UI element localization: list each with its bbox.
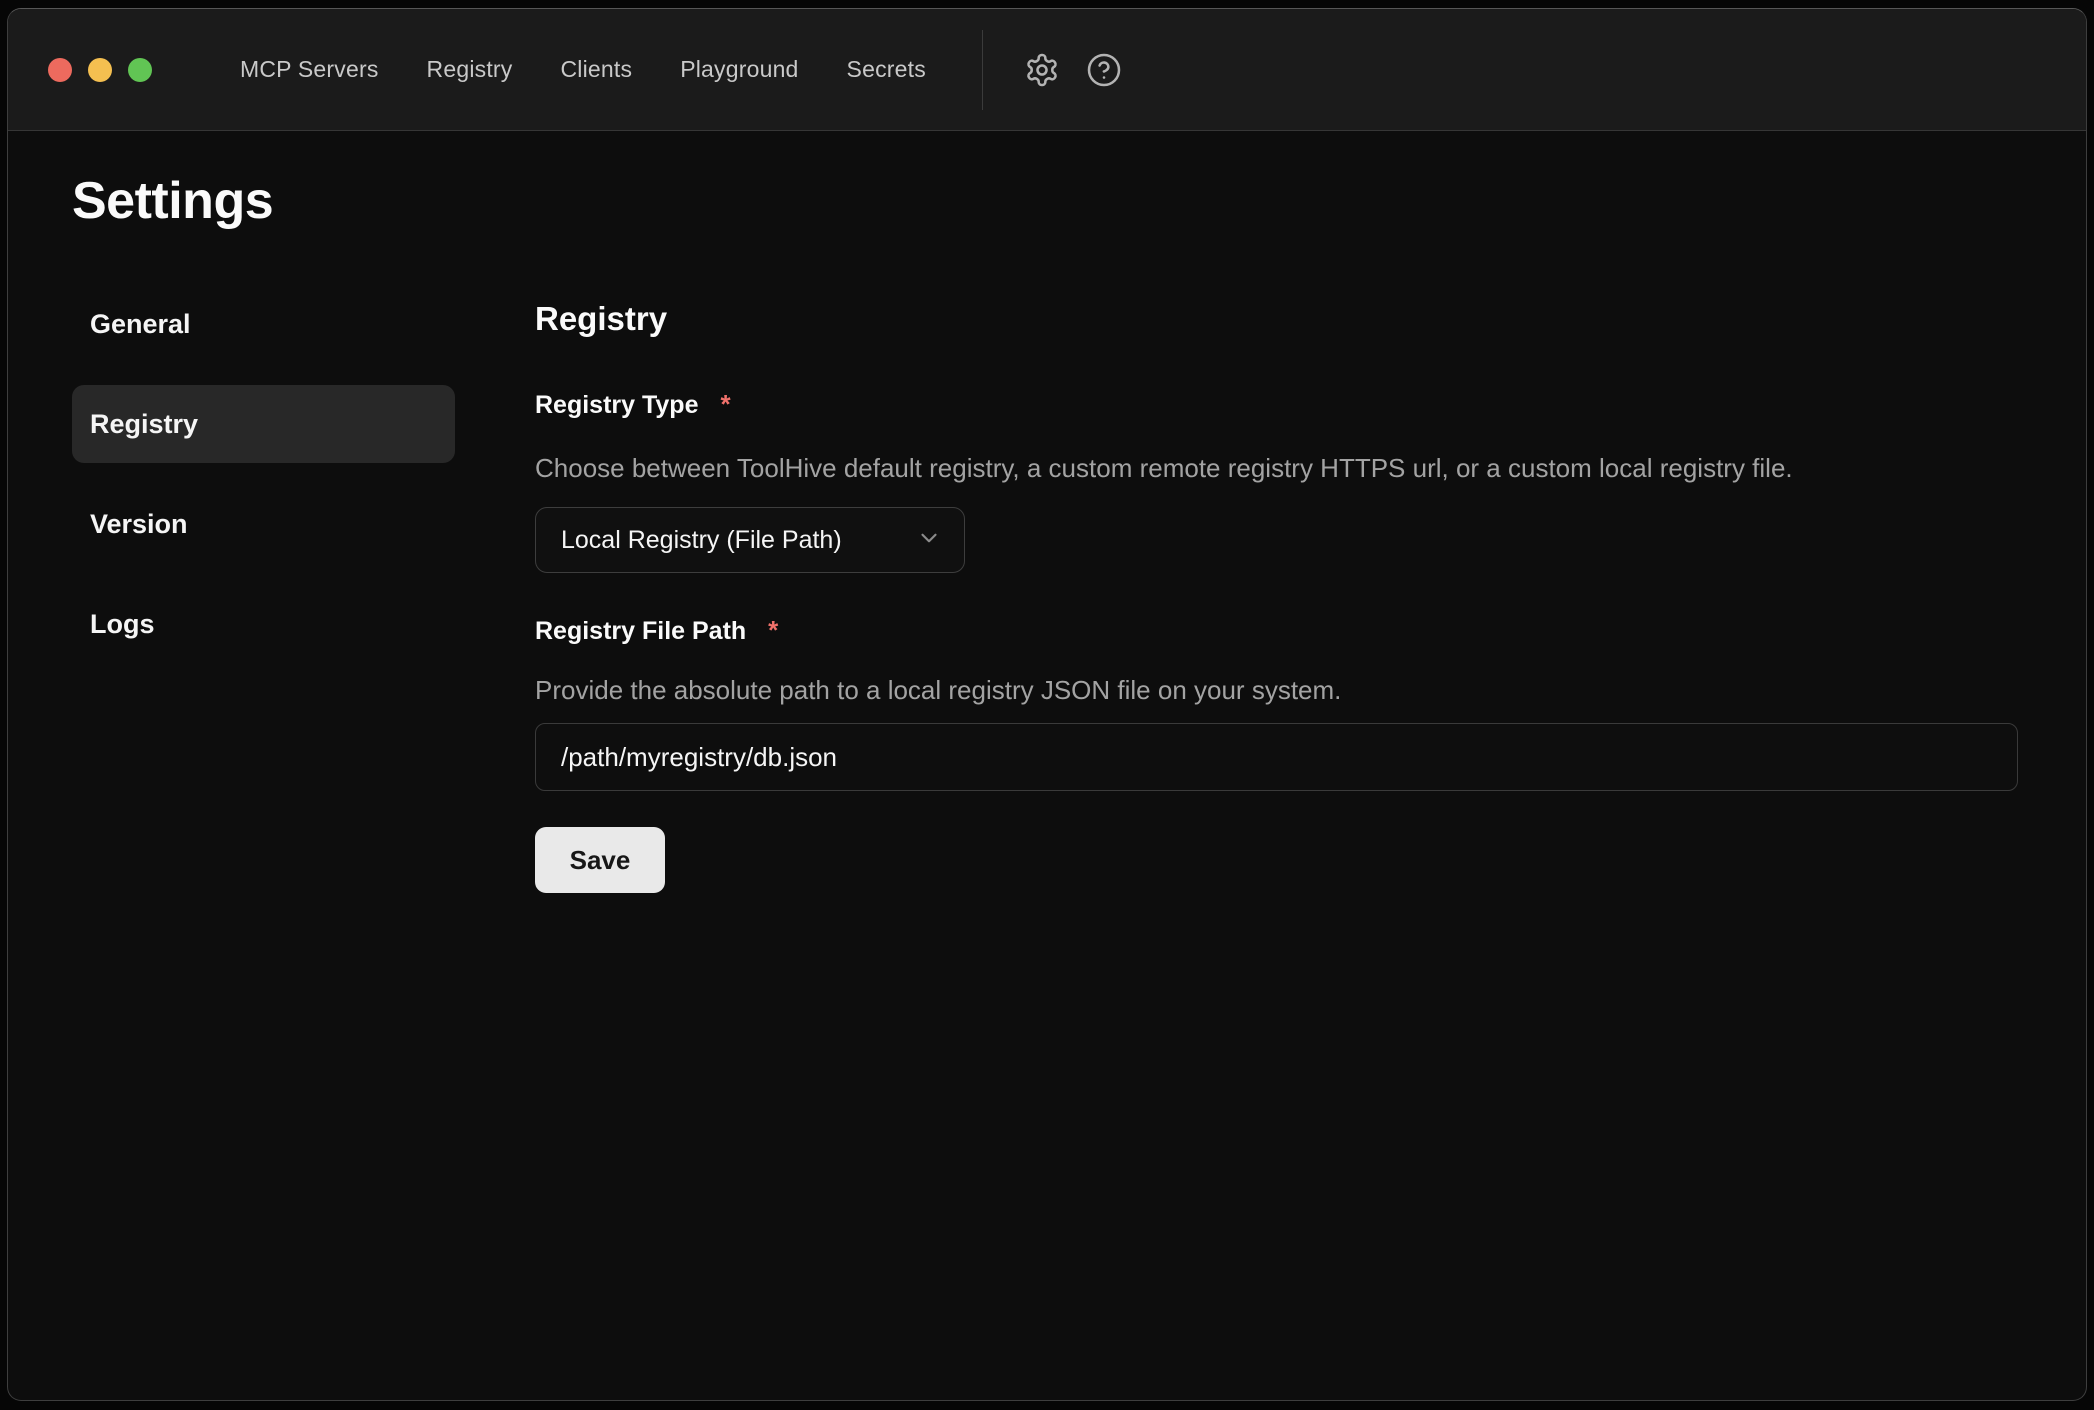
nav-item-clients[interactable]: Clients	[560, 56, 632, 83]
registry-type-description: Choose between ToolHive default registry…	[535, 451, 2018, 485]
registry-file-path-input[interactable]	[535, 723, 2018, 791]
required-asterisk: *	[768, 615, 778, 645]
main-nav: MCP Servers Registry Clients Playground …	[240, 56, 926, 83]
app-window: MCP Servers Registry Clients Playground …	[7, 8, 2087, 1401]
sidebar-item-registry[interactable]: Registry	[72, 385, 455, 463]
registry-file-path-label: Registry File Path	[535, 615, 746, 647]
window-controls	[48, 58, 152, 82]
registry-file-path-field: Registry File Path * Provide the absolut…	[535, 615, 2018, 791]
nav-item-registry[interactable]: Registry	[427, 56, 513, 83]
registry-type-select[interactable]: Local Registry (File Path)	[535, 507, 965, 573]
chevron-down-icon	[916, 525, 942, 556]
settings-layout: General Registry Version Logs Registry R…	[72, 285, 2022, 893]
registry-file-path-description: Provide the absolute path to a local reg…	[535, 673, 2018, 707]
nav-item-mcp-servers[interactable]: MCP Servers	[240, 56, 379, 83]
registry-type-label: Registry Type	[535, 389, 698, 421]
zoom-window-button[interactable]	[128, 58, 152, 82]
titlebar: MCP Servers Registry Clients Playground …	[8, 9, 2086, 131]
close-window-button[interactable]	[48, 58, 72, 82]
required-asterisk: *	[720, 389, 730, 419]
save-button[interactable]: Save	[535, 827, 665, 893]
sidebar-item-logs[interactable]: Logs	[72, 585, 455, 663]
nav-item-secrets[interactable]: Secrets	[847, 56, 926, 83]
registry-type-field: Registry Type * Choose between ToolHive …	[535, 389, 2018, 573]
settings-button[interactable]	[1011, 39, 1073, 101]
page-title: Settings	[72, 169, 2022, 233]
nav-item-playground[interactable]: Playground	[680, 56, 798, 83]
help-icon	[1086, 52, 1122, 88]
settings-page: Settings General Registry Version Logs R…	[8, 131, 2086, 1400]
titlebar-divider	[982, 30, 983, 110]
minimize-window-button[interactable]	[88, 58, 112, 82]
registry-settings-pane: Registry Registry Type * Choose between …	[535, 285, 2018, 893]
registry-type-selected-value: Local Registry (File Path)	[561, 526, 842, 555]
sidebar-item-general[interactable]: General	[72, 285, 455, 363]
help-button[interactable]	[1073, 39, 1135, 101]
settings-sidebar: General Registry Version Logs	[72, 285, 455, 893]
section-title: Registry	[535, 299, 2018, 339]
sidebar-item-version[interactable]: Version	[72, 485, 455, 563]
gear-icon	[1024, 52, 1060, 88]
